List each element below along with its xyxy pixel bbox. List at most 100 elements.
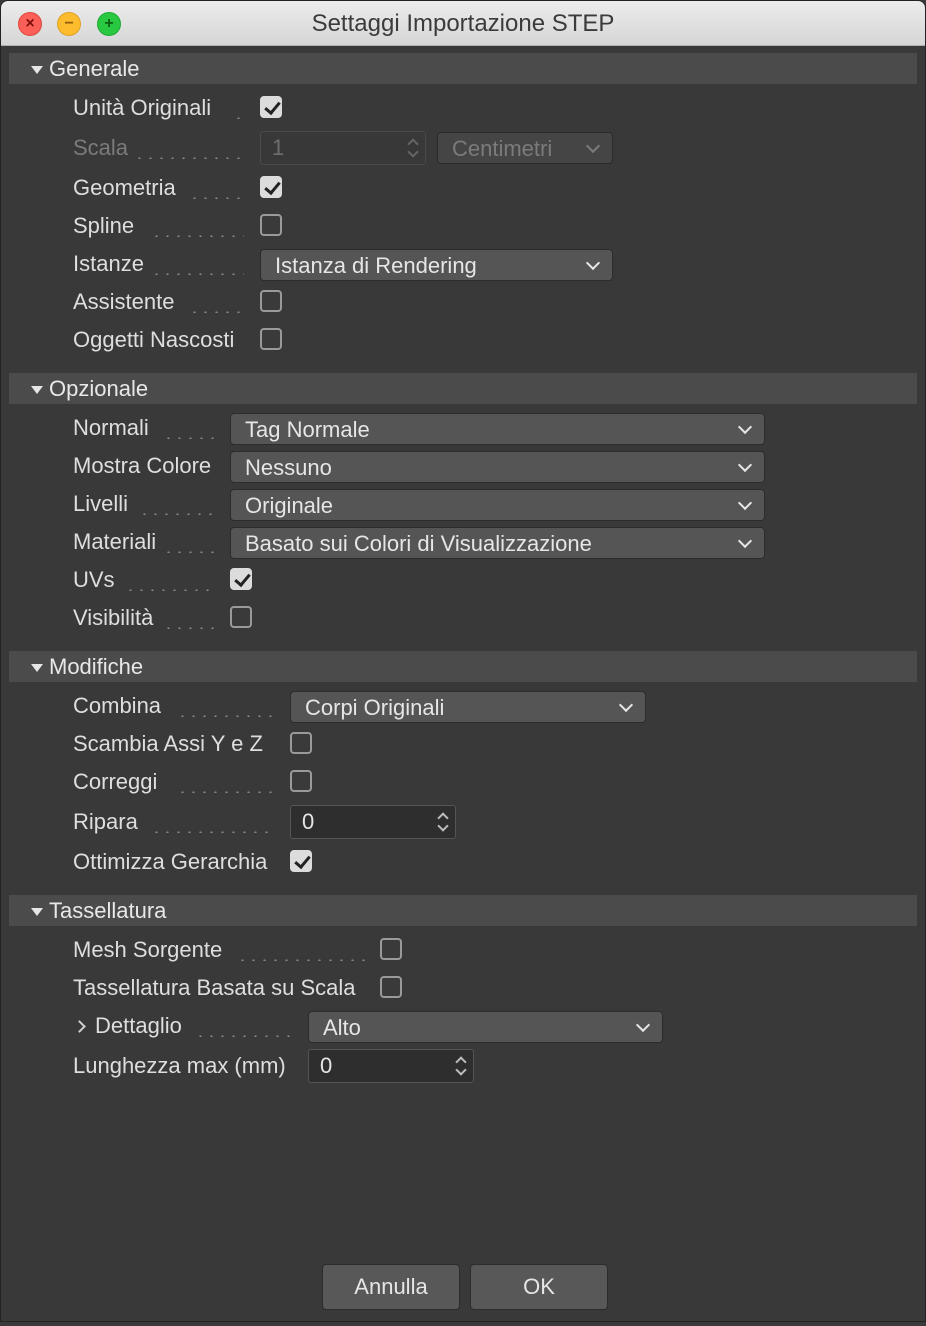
scala-input[interactable]: 1 <box>260 131 426 165</box>
step-import-settings-window: × − + Settaggi Importazione STEP General… <box>0 0 926 1322</box>
uvs-label: UVs <box>73 567 115 592</box>
stepper-arrows-icon[interactable] <box>437 810 449 834</box>
section-title: Tassellatura <box>49 898 167 923</box>
leader-dots <box>134 157 244 159</box>
leader-dots <box>233 117 245 119</box>
visibilita-label: Visibilità <box>73 605 154 630</box>
lunghezza-max-value: 0 <box>320 1053 333 1078</box>
scala-value: 1 <box>272 135 285 160</box>
livelli-dropdown[interactable]: Originale <box>230 489 765 521</box>
leader-dots <box>139 513 215 515</box>
triangle-down-icon <box>31 386 43 394</box>
scambia-assi-label: Scambia Assi Y e Z <box>73 731 263 756</box>
lunghezza-max-label: Lunghezza max (mm) <box>73 1053 286 1078</box>
correggi-checkbox[interactable] <box>290 770 312 792</box>
ottimizza-gerarchia-checkbox[interactable] <box>290 850 312 872</box>
leader-dots <box>151 831 273 833</box>
chevron-down-icon <box>635 1017 651 1033</box>
correggi-label: Correggi <box>73 769 158 794</box>
combina-value: Corpi Originali <box>305 695 445 720</box>
section-generale-header[interactable]: Generale <box>9 53 917 84</box>
chevron-down-icon <box>737 495 753 511</box>
dettaglio-dropdown[interactable]: Alto <box>308 1011 663 1043</box>
combina-dropdown[interactable]: Corpi Originali <box>290 691 646 723</box>
normali-label: Normali <box>73 415 149 440</box>
geometria-checkbox[interactable] <box>260 176 282 198</box>
chevron-down-icon <box>585 255 601 271</box>
chevron-down-icon <box>585 138 601 154</box>
assistente-checkbox[interactable] <box>260 290 282 312</box>
oggetti-nascosti-label: Oggetti Nascosti <box>73 327 235 352</box>
istanze-label: Istanze <box>73 251 144 276</box>
scala-label: Scala <box>73 135 129 160</box>
leader-dots <box>237 959 369 961</box>
leader-dots <box>177 791 273 793</box>
section-title: Modifiche <box>49 654 144 679</box>
triangle-down-icon <box>31 66 43 74</box>
stepper-arrows-icon[interactable] <box>407 136 419 160</box>
istanze-value: Istanza di Rendering <box>275 253 477 278</box>
ripara-label: Ripara <box>73 809 138 834</box>
geometria-label: Geometria <box>73 175 176 200</box>
leader-dots <box>189 311 244 313</box>
assistente-label: Assistente <box>73 289 175 314</box>
scala-unit-dropdown[interactable]: Centimetri <box>437 132 613 164</box>
materiali-dropdown[interactable]: Basato sui Colori di Visualizzazione <box>230 527 765 559</box>
oggetti-nascosti-checkbox[interactable] <box>260 328 282 350</box>
uvs-checkbox[interactable] <box>230 568 252 590</box>
leader-dots <box>163 437 215 439</box>
scambia-assi-checkbox[interactable] <box>290 732 312 754</box>
spline-checkbox[interactable] <box>260 214 282 236</box>
spline-label: Spline <box>73 213 135 238</box>
triangle-down-icon <box>31 664 43 672</box>
title-bar: × − + Settaggi Importazione STEP <box>1 1 925 46</box>
chevron-right-icon[interactable] <box>73 1020 86 1033</box>
chevron-down-icon <box>618 697 634 713</box>
section-opzionale-header[interactable]: Opzionale <box>9 373 917 404</box>
chevron-down-icon <box>737 419 753 435</box>
unita-originali-checkbox[interactable] <box>260 96 282 118</box>
section-title: Generale <box>49 56 140 81</box>
materiali-value: Basato sui Colori di Visualizzazione <box>245 531 592 556</box>
mesh-sorgente-checkbox[interactable] <box>380 938 402 960</box>
livelli-label: Livelli <box>73 491 129 516</box>
ok-button[interactable]: OK <box>470 1264 608 1310</box>
ripara-input[interactable]: 0 <box>290 805 456 839</box>
istanze-dropdown[interactable]: Istanza di Rendering <box>260 249 613 281</box>
ripara-value: 0 <box>302 809 315 834</box>
visibilita-checkbox[interactable] <box>230 606 252 628</box>
triangle-down-icon <box>31 908 43 916</box>
ottimizza-gerarchia-label: Ottimizza Gerarchia <box>73 849 268 874</box>
leader-dots <box>125 589 215 591</box>
tassellatura-scala-label: Tassellatura Basata su Scala <box>73 975 356 1000</box>
scala-unit-value: Centimetri <box>452 136 553 161</box>
stepper-arrows-icon[interactable] <box>455 1054 467 1078</box>
livelli-value: Originale <box>245 493 334 518</box>
leader-dots <box>177 715 273 717</box>
leader-dots <box>163 551 215 553</box>
mostra-colore-label: Mostra Colore <box>73 453 212 478</box>
tassellatura-scala-checkbox[interactable] <box>380 976 402 998</box>
leader-dots <box>151 235 244 237</box>
materiali-label: Materiali <box>73 529 157 554</box>
mostra-colore-value: Nessuno <box>245 455 332 480</box>
leader-dots <box>195 1035 295 1037</box>
chevron-down-icon <box>737 533 753 549</box>
mostra-colore-dropdown[interactable]: Nessuno <box>230 451 765 483</box>
cancel-button[interactable]: Annulla <box>322 1264 460 1310</box>
normali-dropdown[interactable]: Tag Normale <box>230 413 765 445</box>
dettaglio-value: Alto <box>323 1015 361 1040</box>
section-title: Opzionale <box>49 376 149 401</box>
section-tassellatura-header[interactable]: Tassellatura <box>9 895 917 926</box>
mesh-sorgente-label: Mesh Sorgente <box>73 937 223 962</box>
normali-value: Tag Normale <box>245 417 370 442</box>
section-modifiche-header[interactable]: Modifiche <box>9 651 917 682</box>
dettaglio-label: Dettaglio <box>95 1013 182 1038</box>
unita-originali-label: Unità Originali <box>73 95 212 120</box>
chevron-down-icon <box>737 457 753 473</box>
window-title: Settaggi Importazione STEP <box>311 10 615 37</box>
lunghezza-max-input[interactable]: 0 <box>308 1049 474 1083</box>
leader-dots <box>151 273 244 275</box>
leader-dots <box>189 197 244 199</box>
combina-label: Combina <box>73 693 162 718</box>
